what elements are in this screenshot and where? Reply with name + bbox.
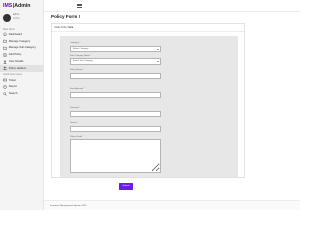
category-select-value: Select Category xyxy=(72,47,89,50)
sidebar-item-ticket[interactable]: Ticket xyxy=(0,77,43,84)
user-status: Online xyxy=(13,17,20,20)
chevron-down-icon xyxy=(156,48,159,50)
tenure-label: Tenure * xyxy=(70,122,79,124)
sidebar-item-search[interactable]: Search xyxy=(0,90,43,97)
description-textarea[interactable] xyxy=(70,139,161,173)
policy-name-label: Policy Name * xyxy=(70,69,84,71)
users-icon xyxy=(3,66,7,70)
chevron-down-icon xyxy=(156,61,159,63)
sidebar-item-label: Search xyxy=(8,92,18,96)
submit-button[interactable]: Submit xyxy=(119,183,133,190)
folder-icon xyxy=(3,46,7,50)
card-header-text: Make Policy xyxy=(54,26,68,29)
premium-input[interactable] xyxy=(70,110,161,117)
sidebar-item-label: User Details xyxy=(8,60,24,64)
page-title: Policy Form ! xyxy=(51,14,81,19)
sidebar-item-label: Report xyxy=(8,85,17,89)
sum-assured-input[interactable] xyxy=(70,91,161,98)
avatar xyxy=(3,13,11,22)
report-icon xyxy=(3,85,7,89)
sub-category-label: Sub Category Name * xyxy=(70,54,92,57)
sub-category-select-value: Select Sub Category xyxy=(72,60,93,63)
ticket-icon xyxy=(3,78,7,82)
sidebar-item-manage-sub-category[interactable]: Manage Sub-Category xyxy=(0,45,43,52)
brand-logo[interactable]: IMS | Admin xyxy=(0,0,43,12)
folder-icon xyxy=(3,39,7,43)
card-header-emphasis: here xyxy=(68,26,74,29)
sidebar-item-label: Add Policy xyxy=(8,53,22,57)
sidebar-item-add-policy[interactable]: Add Policy xyxy=(0,51,43,58)
hamburger-menu-icon[interactable] xyxy=(77,3,82,8)
user-panel: admin Online xyxy=(0,12,43,26)
sidebar-item-report[interactable]: Report xyxy=(0,84,43,91)
sum-assured-label: Sum Assured * xyxy=(70,88,85,90)
sub-category-select[interactable]: Select Sub Category xyxy=(70,58,161,65)
brand-name: Admin xyxy=(14,3,31,9)
category-select[interactable]: Select Category xyxy=(70,45,161,52)
sidebar-item-policy-holders[interactable]: Policy Holders xyxy=(0,64,43,72)
policy-form-card: Make Policy here Category * Select Categ… xyxy=(51,23,245,190)
footer: Insurance Management System 2020 xyxy=(44,200,300,210)
sidebar-item-user-details[interactable]: User Details xyxy=(0,58,43,65)
policy-name-input[interactable] xyxy=(70,72,161,79)
file-icon xyxy=(3,52,7,57)
sidebar: IMS | Admin admin Online Main Menu Dashb… xyxy=(0,0,44,210)
user-name: admin xyxy=(13,14,20,16)
premium-label: Premium * xyxy=(70,107,81,109)
tenure-input[interactable] xyxy=(70,125,161,132)
sidebar-item-dashboard[interactable]: Dashboard xyxy=(0,31,43,38)
brand-accent: IMS xyxy=(3,3,13,9)
category-label: Category * xyxy=(70,42,81,44)
search-icon xyxy=(3,92,7,96)
sidebar-item-manage-category[interactable]: Manage Category xyxy=(0,38,43,45)
sidebar-item-label: Manage Category xyxy=(8,39,31,43)
home-icon xyxy=(3,32,7,37)
card-header: Make Policy here xyxy=(52,24,244,32)
sidebar-item-label: Dashboard xyxy=(8,32,22,36)
sidebar-item-label: Policy Holders xyxy=(8,66,26,70)
policy-form: Category * Select Category Sub Category … xyxy=(60,36,238,190)
sidebar-item-label: Manage Sub-Category xyxy=(8,46,36,50)
sidebar-item-label: Ticket xyxy=(8,78,16,82)
footer-text: Insurance Management System 2020 xyxy=(50,204,87,207)
user-icon xyxy=(3,60,7,64)
top-bar xyxy=(44,0,300,12)
description-label: Policy Detail * xyxy=(70,135,84,138)
